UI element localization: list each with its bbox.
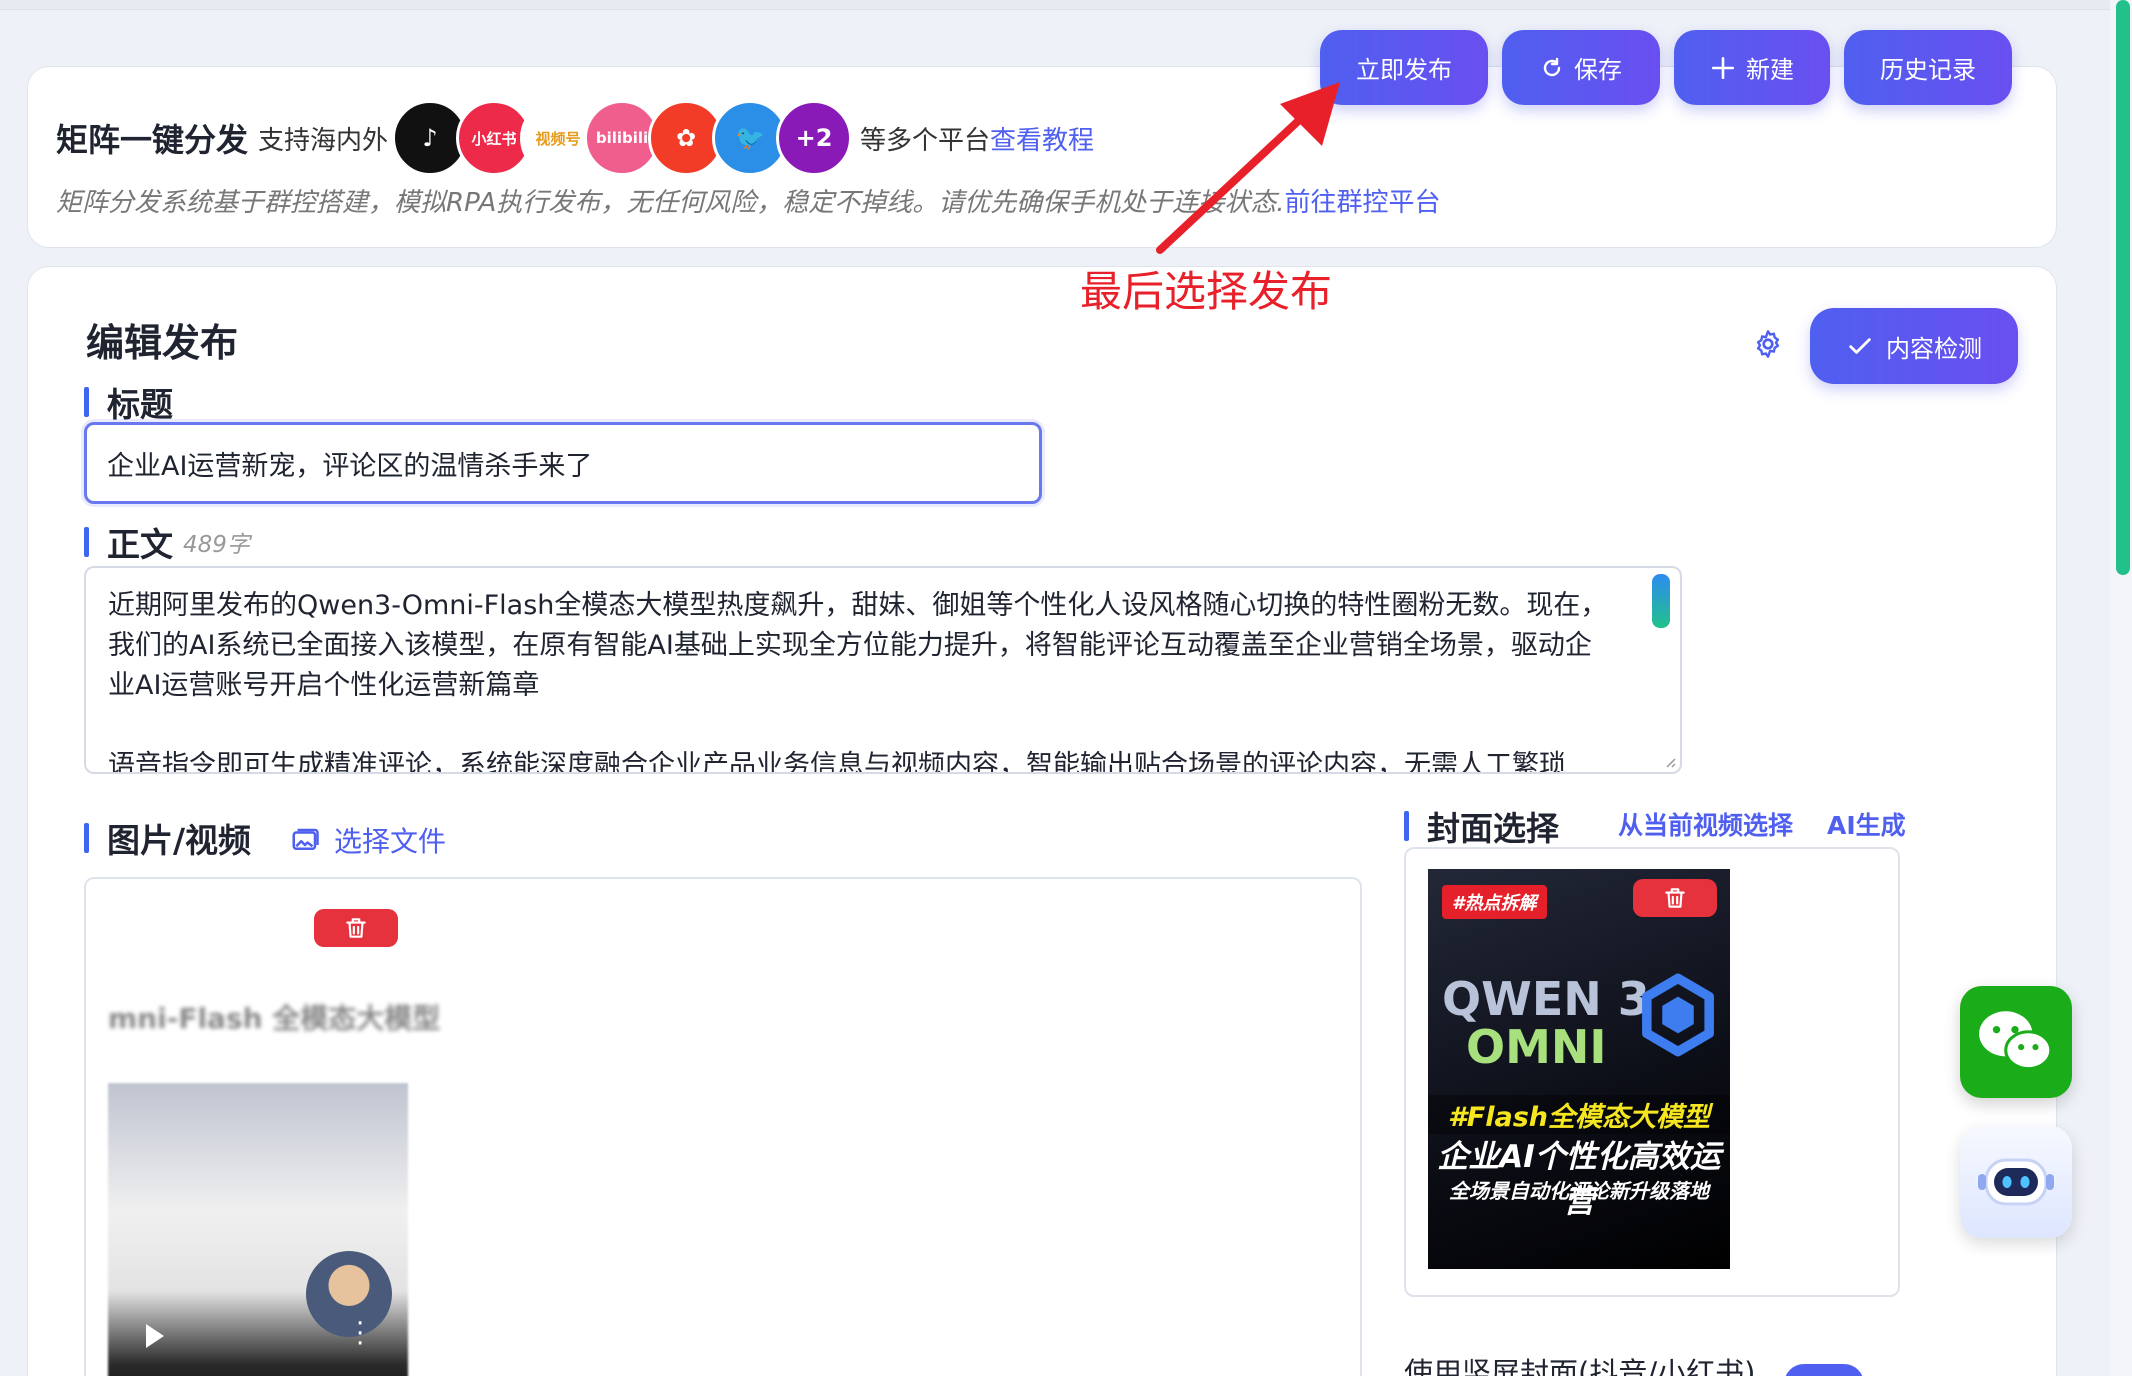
tutorial-link[interactable]: 查看教程 [990, 120, 1094, 157]
save-button[interactable]: 保存 [1502, 30, 1660, 105]
ai-assistant-button[interactable] [1960, 1126, 2072, 1238]
platform-icons: ♪ 小红书 视频号 bilibili ✿ 🐦 +2 [392, 100, 853, 176]
cover-line-3: 全场景自动化评论新升级落地 [1449, 1179, 1709, 1203]
page-scroll-thumb[interactable] [2116, 0, 2130, 575]
plus-icon [1711, 56, 1735, 79]
qwen-logo-icon [1642, 973, 1714, 1057]
checkmark-icon [1849, 338, 1871, 354]
more-options-icon[interactable]: · · · [356, 1311, 364, 1357]
image-icon [292, 828, 319, 850]
more-platforms-icon: +2 [776, 100, 853, 176]
vertical-cover-label: 使用竖屏封面(抖音/小红书) [1404, 1356, 1756, 1376]
cover-tag: #热点拆解 [1442, 885, 1547, 919]
body-textarea[interactable]: 近期阿里发布的Qwen3-Omni-Flash全模态大模型热度飙升，甜妹、御姐等… [84, 566, 1682, 774]
settings-gear-icon[interactable] [1752, 328, 1784, 360]
resize-handle-icon[interactable] [1662, 754, 1676, 768]
cover-omni-text: OMNI [1466, 1020, 1607, 1074]
robot-icon [1978, 1158, 2054, 1206]
save-label: 保存 [1574, 56, 1622, 84]
cover-qwen-text: QWEN 3 [1442, 972, 1650, 1026]
content-check-button[interactable]: 内容检测 [1810, 308, 2018, 384]
delete-media-button[interactable] [314, 909, 398, 947]
new-button[interactable]: 新建 [1674, 30, 1830, 105]
publish-now-label: 立即发布 [1356, 56, 1452, 84]
body-scroll-thumb[interactable] [1652, 574, 1670, 628]
annotation-arrow-icon [1156, 82, 1340, 254]
matrix-description-text: 矩阵分发系统基于群控搭建，模拟RPA执行发布，无任何风险，稳定不掉线。请优先确保… [56, 188, 1285, 218]
cover-label-text: 封面选择 [1427, 809, 1559, 848]
editor-heading: 编辑发布 [86, 321, 239, 365]
top-toolbar: 立即发布 保存 新建 历史记录 [1320, 30, 2012, 105]
delete-cover-button[interactable] [1633, 879, 1717, 917]
video-thumb-title: mni-Flash 全模态大模型 [108, 1002, 441, 1035]
media-box: mni-Flash 全模态大模型 · · · [84, 877, 1362, 1376]
matrix-subtitle: 支持海内外 [258, 125, 389, 156]
choose-file-button[interactable]: 选择文件 [290, 820, 446, 860]
choose-file-label: 选择文件 [334, 825, 447, 858]
matrix-row: 矩阵一键分发 支持海内外 ♪ 小红书 视频号 bilibili ✿ 🐦 +2 等多个平台 查… [56, 100, 1094, 176]
page-scrollbar[interactable] [2110, 0, 2132, 1376]
content-check-label: 内容检测 [1886, 334, 1982, 363]
vertical-cover-toggle[interactable] [1784, 1364, 1864, 1376]
media-label-text: 图片/视频 [107, 821, 252, 860]
body-label: 正文 489字 [84, 518, 250, 566]
body-text[interactable]: 近期阿里发布的Qwen3-Omni-Flash全模态大模型热度飙升，甜妹、御姐等… [86, 568, 1680, 772]
title-label: 标题 [84, 378, 173, 426]
refresh-icon [1543, 57, 1561, 76]
more-platforms-text: 等多个平台 [860, 125, 991, 156]
cover-label: 封面选择 [1404, 802, 1559, 850]
title-input[interactable] [84, 422, 1042, 504]
media-label: 图片/视频 [84, 814, 251, 862]
history-label: 历史记录 [1880, 56, 1976, 84]
cover-box: #热点拆解 QWEN 3 OMNI #Flash全模态大模型 企业AI个性化高效… [1404, 847, 1900, 1297]
cover-image[interactable]: #热点拆解 QWEN 3 OMNI #Flash全模态大模型 企业AI个性化高效… [1428, 869, 1730, 1269]
new-label: 新建 [1746, 56, 1794, 84]
cover-links: 从当前视频选择 AI生成 [1618, 806, 1906, 842]
avatar [306, 1251, 392, 1337]
trash-icon [346, 918, 366, 938]
ai-generate-link[interactable]: AI生成 [1827, 806, 1906, 842]
body-label-text: 正文 [107, 525, 173, 564]
top-strip [0, 0, 2110, 10]
wechat-button[interactable] [1960, 986, 2072, 1098]
wechat-icon [1979, 1011, 2053, 1071]
matrix-title: 矩阵一键分发 [56, 121, 249, 159]
annotation-text: 最后选择发布 [1080, 267, 1333, 316]
select-from-video-link[interactable]: 从当前视频选择 [1618, 806, 1793, 842]
title-label-text: 标题 [107, 385, 173, 424]
cover-line-1: #Flash全模态大模型 [1428, 1095, 1730, 1134]
history-button[interactable]: 历史记录 [1844, 30, 2012, 105]
play-icon[interactable] [146, 1324, 164, 1348]
trash-icon [1665, 888, 1685, 908]
word-count: 489字 [183, 532, 250, 558]
